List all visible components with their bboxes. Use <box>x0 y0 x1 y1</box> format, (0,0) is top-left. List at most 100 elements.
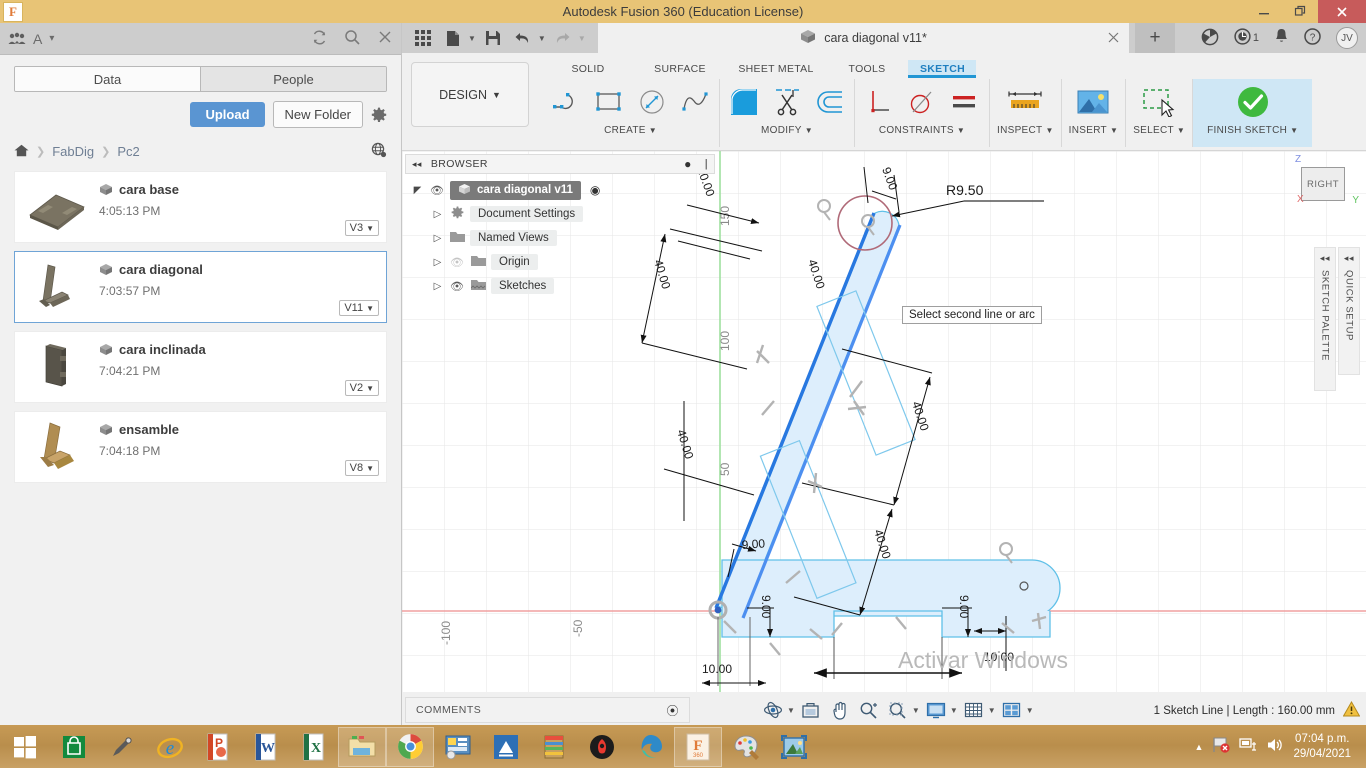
close-panel-icon[interactable] <box>377 29 393 48</box>
refresh-icon[interactable] <box>311 29 328 49</box>
winrar-icon[interactable] <box>530 727 578 767</box>
version-badge[interactable]: V2 ▼ <box>344 380 379 396</box>
sketch-rectangle-icon[interactable] <box>592 85 626 119</box>
chevron-down-icon[interactable]: ▼ <box>787 706 795 715</box>
job-status-icon[interactable] <box>1234 28 1251 48</box>
tab-sheet-metal[interactable]: SHEET METAL <box>726 60 826 78</box>
tab-data[interactable]: Data <box>15 67 200 91</box>
hub-name[interactable]: A <box>33 31 42 47</box>
taskbar-clock[interactable]: 07:04 p.m. 29/04/2021 <box>1293 732 1357 762</box>
document-tab[interactable]: cara diagonal v11* <box>598 23 1129 53</box>
warning-icon[interactable] <box>1342 700 1361 721</box>
minimize-button[interactable] <box>1246 0 1282 23</box>
excel-icon[interactable]: X <box>290 727 338 767</box>
globe-icon[interactable] <box>371 142 387 161</box>
measure-ruler-icon[interactable] <box>1004 85 1046 119</box>
panel-label-select[interactable]: SELECT ▼ <box>1133 125 1185 136</box>
view-cube-face[interactable]: RIGHT <box>1301 167 1345 201</box>
chevron-down-icon[interactable]: ▼ <box>950 706 958 715</box>
perpendicular-icon[interactable] <box>862 85 896 119</box>
fit-icon[interactable] <box>885 698 911 722</box>
eye-icon[interactable]: 👁 <box>449 280 465 293</box>
zoom-icon[interactable] <box>856 698 882 722</box>
app-grid-icon[interactable] <box>410 26 436 50</box>
chevron-down-icon[interactable]: ▼ <box>912 706 920 715</box>
expand-arrow-icon[interactable]: ▷ <box>431 281 444 292</box>
maximize-button[interactable] <box>1282 0 1318 23</box>
new-folder-button[interactable]: New Folder <box>272 101 363 128</box>
undo-icon[interactable] <box>510 26 536 50</box>
internet-explorer-icon[interactable]: e <box>146 727 194 767</box>
expand-arrow-icon[interactable]: ▷ <box>431 233 444 244</box>
network-icon[interactable] <box>1239 737 1257 756</box>
expand-arrow-icon[interactable]: ▷ <box>431 209 444 220</box>
redo-icon[interactable] <box>550 26 576 50</box>
trim-scissors-icon[interactable] <box>770 85 804 119</box>
tangent-icon[interactable] <box>905 85 939 119</box>
eye-icon[interactable]: 👁 <box>429 184 445 197</box>
fusion360-icon[interactable]: F 360 <box>674 726 722 767</box>
display-settings-icon[interactable] <box>923 698 949 722</box>
tab-surface[interactable]: SURFACE <box>634 60 726 78</box>
chevron-down-icon[interactable]: ▼ <box>988 706 996 715</box>
new-file-icon[interactable] <box>440 26 466 50</box>
photos-icon[interactable] <box>770 727 818 767</box>
orbit-icon[interactable] <box>760 698 786 722</box>
chevron-down-icon[interactable]: ▾ <box>49 33 54 44</box>
fillet-icon[interactable] <box>727 85 761 119</box>
extension-icon[interactable] <box>1201 28 1219 49</box>
list-item[interactable]: cara base 4:05:13 PM V3 ▼ <box>14 171 387 243</box>
paint-icon[interactable] <box>722 727 770 767</box>
save-icon[interactable] <box>480 26 506 50</box>
panel-label-create[interactable]: CREATE ▼ <box>604 125 657 136</box>
gear-icon[interactable] <box>371 107 387 123</box>
home-icon[interactable] <box>14 144 29 160</box>
version-badge[interactable]: V11 ▼ <box>339 300 379 316</box>
search-icon[interactable] <box>344 29 361 49</box>
view-cube[interactable]: RIGHT Z Y X <box>1295 154 1359 209</box>
avatar[interactable]: JV <box>1336 27 1358 49</box>
volume-icon[interactable] <box>1266 737 1284 756</box>
panel-label-insert[interactable]: INSERT ▼ <box>1069 125 1119 136</box>
edge-icon[interactable] <box>626 727 674 767</box>
offset-icon[interactable] <box>813 85 847 119</box>
list-item[interactable]: ensamble 7:04:18 PM V8 ▼ <box>14 411 387 483</box>
tab-sketch[interactable]: SKETCH <box>908 60 976 78</box>
version-badge[interactable]: V8 ▼ <box>344 460 379 476</box>
workspace-selector[interactable]: DESIGN ▼ <box>411 62 529 127</box>
close-button[interactable] <box>1318 0 1366 23</box>
bell-icon[interactable] <box>1274 28 1289 48</box>
panel-label-finish-sketch[interactable]: FINISH SKETCH ▼ <box>1207 125 1298 136</box>
finish-check-icon[interactable] <box>1232 85 1274 119</box>
scanner-icon[interactable] <box>482 727 530 767</box>
tab-solid[interactable]: SOLID <box>542 60 634 78</box>
collapse-left-icon[interactable]: ◂◂ <box>412 159 422 170</box>
add-comment-icon[interactable]: ⦿ <box>666 702 679 719</box>
tree-node-document-settings[interactable]: ▷ Document Settings <box>405 202 715 226</box>
comments-bar[interactable]: COMMENTS ⦿ <box>405 697 690 723</box>
show-hidden-icon[interactable]: ▲ <box>1195 742 1204 752</box>
store-icon[interactable] <box>50 727 98 767</box>
sketch-palette-tab[interactable]: ◂◂ SKETCH PALETTE <box>1314 247 1336 391</box>
control-panel-icon[interactable] <box>434 727 482 767</box>
breadcrumb-item-fabdig[interactable]: FabDig <box>52 144 94 159</box>
list-item[interactable]: cara inclinada 7:04:21 PM V2 ▼ <box>14 331 387 403</box>
panel-label-modify[interactable]: MODIFY ▼ <box>761 125 813 136</box>
quick-setup-tab[interactable]: ◂◂ QUICK SETUP <box>1338 247 1360 375</box>
powerpoint-icon[interactable]: P <box>194 727 242 767</box>
chevron-down-icon[interactable]: ▼ <box>1026 706 1034 715</box>
viewports-icon[interactable] <box>999 698 1025 722</box>
new-tab-button[interactable]: + <box>1135 23 1175 53</box>
expand-arrow-icon[interactable]: ▷ <box>431 257 444 268</box>
select-window-icon[interactable] <box>1136 85 1182 119</box>
help-icon[interactable]: ? <box>1304 28 1321 48</box>
browser-header[interactable]: ◂◂ BROWSER ● | <box>405 154 715 174</box>
panel-label-inspect[interactable]: INSPECT ▼ <box>997 125 1054 136</box>
insert-image-icon[interactable] <box>1072 85 1114 119</box>
look-at-icon[interactable] <box>798 698 824 722</box>
close-icon[interactable] <box>1108 30 1119 46</box>
parallel-icon[interactable] <box>948 85 982 119</box>
word-icon[interactable]: W <box>242 727 290 767</box>
tree-node-root[interactable]: ◤ 👁 cara diagonal v11 ◉ <box>405 178 715 202</box>
file-explorer-icon[interactable] <box>338 726 386 767</box>
